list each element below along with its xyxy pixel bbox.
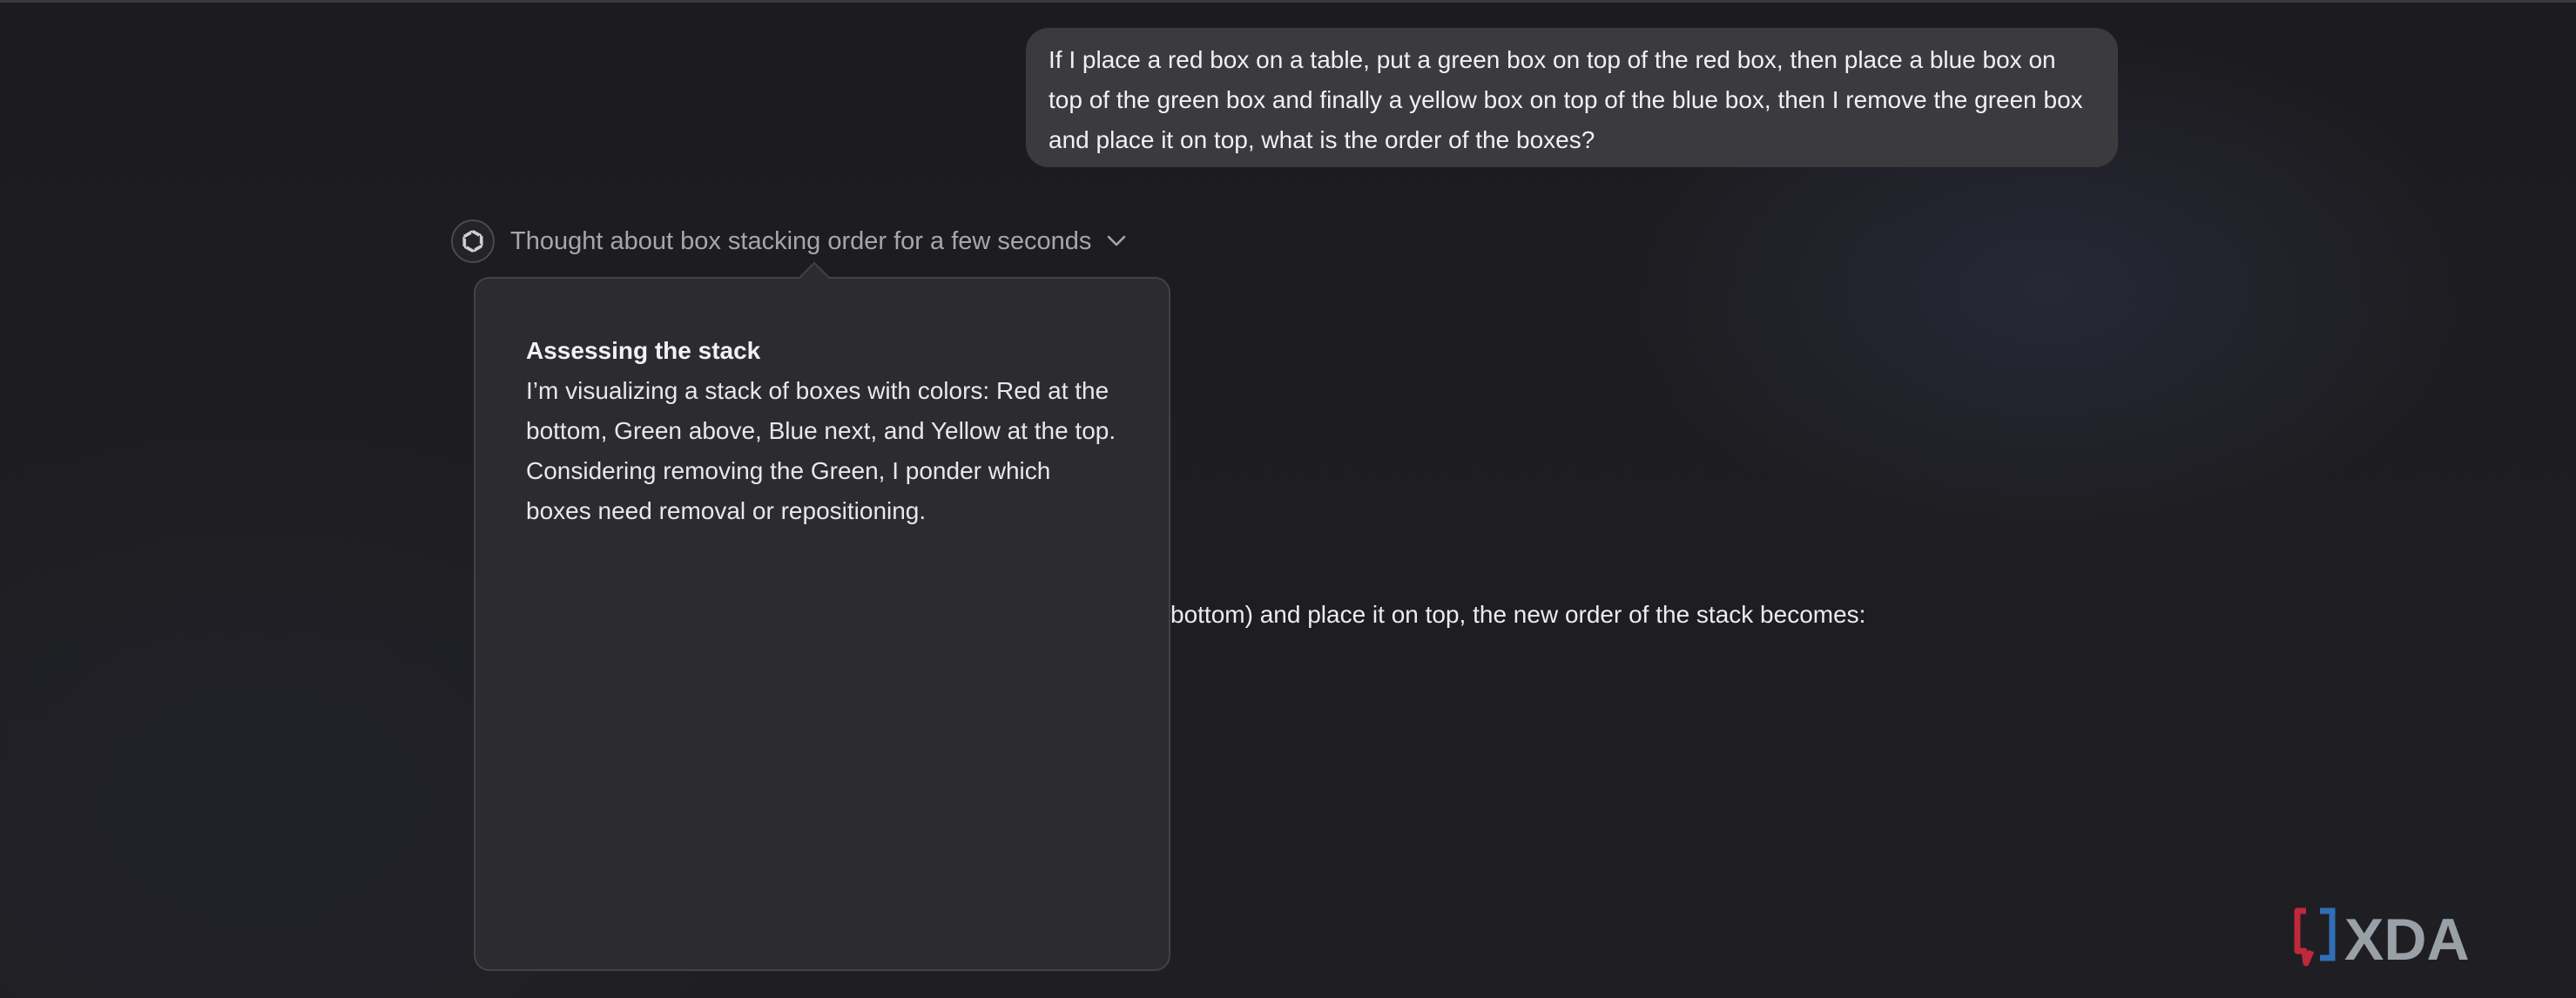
assistant-answer-text: bottom) and place it on top, the new ord… — [1170, 601, 1866, 628]
xda-watermark-logo: XDA — [2294, 907, 2470, 968]
user-message-text: If I place a red box on a table, put a g… — [1049, 46, 2083, 153]
thought-summary-toggle[interactable]: Thought about box stacking order for a f… — [451, 218, 1126, 265]
reasoning-heading: Assessing the stack — [526, 337, 761, 364]
openai-logo-icon — [451, 219, 495, 263]
window-top-edge — [0, 0, 2576, 3]
user-message-bubble: If I place a red box on a table, put a g… — [1026, 28, 2118, 167]
reasoning-body: I’m visualizing a stack of boxes with co… — [526, 377, 1116, 524]
chevron-down-icon[interactable] — [1107, 235, 1126, 247]
thought-summary-label: Thought about box stacking order for a f… — [510, 226, 1092, 255]
reasoning-popover: Assessing the stack I’m visualizing a st… — [474, 277, 1170, 971]
watermark-text: XDA — [2344, 907, 2470, 968]
